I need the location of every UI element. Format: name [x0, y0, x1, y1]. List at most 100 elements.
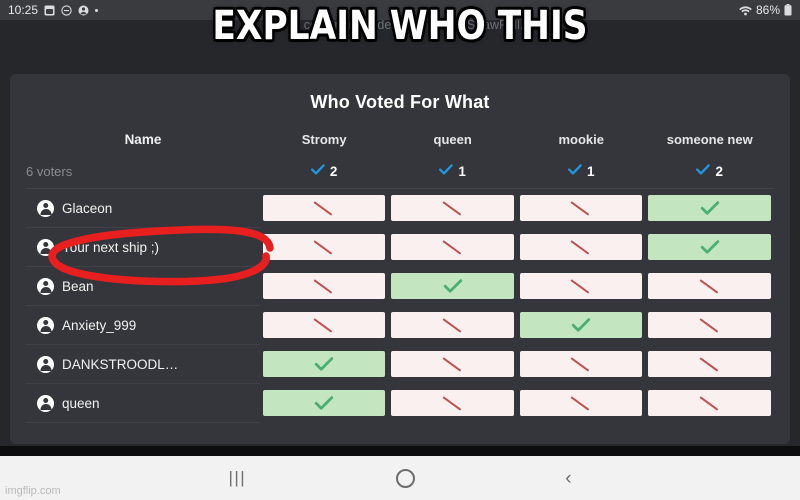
- vote-cell-no: [260, 267, 389, 306]
- poll-title: Who Voted For What: [310, 92, 490, 112]
- table-row: queen: [26, 383, 774, 423]
- battery-percent-label: 86%: [755, 3, 780, 17]
- slash-icon: [519, 234, 643, 260]
- vote-cell-no: [388, 228, 517, 267]
- slash-icon: [519, 195, 643, 222]
- check-icon: [310, 164, 325, 179]
- status-clock: 10:25: [8, 3, 39, 17]
- table-row: Glaceon: [26, 188, 774, 228]
- slash-icon: [262, 234, 386, 260]
- voter-name-label: DANKSTROODL…: [62, 356, 179, 372]
- slash-icon: [648, 312, 771, 338]
- tally-3: 2: [645, 164, 774, 179]
- vote-cell-no: [517, 267, 646, 306]
- vote-cell-no: [388, 306, 517, 345]
- tally-count-1: 1: [458, 164, 466, 179]
- recents-icon[interactable]: |||: [228, 468, 246, 488]
- back-icon[interactable]: ‹: [565, 469, 571, 488]
- vote-cell-no: [260, 306, 389, 345]
- account-icon: [37, 199, 54, 217]
- vote-cell-yes: [260, 384, 389, 423]
- vote-cell-no: [645, 267, 774, 306]
- nav-divider: [0, 446, 800, 456]
- column-header-option-2: mookie: [558, 132, 604, 147]
- voters-count-label: 6 voters: [26, 159, 260, 189]
- sim-card-icon: [44, 5, 55, 16]
- column-header-option-3: someone new: [666, 132, 753, 147]
- table-row: Anxiety_999: [26, 305, 774, 345]
- vote-cell-no: [645, 345, 774, 384]
- table-body: 6 voters 2 1 1 2 Glaceon Your next ship …: [26, 159, 774, 423]
- slash-icon: [519, 273, 643, 299]
- status-bar: 10:25 86%: [0, 0, 800, 20]
- vote-cell-yes: [388, 267, 517, 306]
- check-icon: [262, 351, 386, 377]
- voter-identity: Anxiety_999: [27, 316, 259, 334]
- vote-cell-yes: [645, 189, 774, 228]
- vote-cell-yes: [645, 228, 774, 267]
- account-icon: [37, 394, 54, 412]
- tally-count-3: 2: [715, 164, 723, 179]
- check-icon: [439, 164, 454, 179]
- voter-name-cell: queen: [26, 383, 260, 423]
- slash-icon: [391, 390, 514, 416]
- vote-cell-no: [388, 384, 517, 423]
- voter-identity: queen: [27, 394, 259, 412]
- voter-name-label: queen: [62, 395, 100, 411]
- poll-results-table: Name Stromy queen mookie someone new 6 v…: [26, 131, 774, 423]
- back-glyph: ‹: [565, 467, 572, 489]
- vote-cell-no: [517, 384, 646, 423]
- vote-cell-no: [388, 345, 517, 384]
- tally-cell-1: 1: [388, 159, 517, 189]
- vote-cell-no: [260, 189, 389, 228]
- status-bar-right: 86%: [739, 3, 792, 17]
- vote-cell-yes: [517, 306, 646, 345]
- account-icon: [37, 277, 54, 295]
- vote-cell-yes: [260, 345, 389, 384]
- android-navigation-bar: ||| ‹ imgflip.com: [0, 456, 800, 500]
- voter-identity: Your next ship ;): [27, 238, 259, 256]
- check-icon: [519, 312, 643, 338]
- vote-cell-no: [645, 306, 774, 345]
- account-icon: [37, 238, 54, 256]
- slash-icon: [391, 234, 514, 260]
- column-header-option-0: Stromy: [301, 132, 347, 147]
- recents-glyph: |||: [228, 468, 247, 487]
- vote-cell-no: [645, 384, 774, 423]
- battery-icon: [784, 4, 792, 16]
- slash-icon: [519, 390, 643, 416]
- voter-identity: Glaceon: [27, 199, 259, 217]
- voter-name-cell: Bean: [26, 266, 260, 306]
- vote-cell-no: [517, 345, 646, 384]
- voter-name-cell: Your next ship ;): [26, 227, 260, 267]
- slash-icon: [648, 390, 771, 416]
- check-icon: [648, 195, 771, 222]
- slash-icon: [391, 195, 514, 222]
- voter-name-cell: Glaceon: [26, 188, 260, 228]
- vote-cell-no: [517, 189, 646, 228]
- do-not-disturb-icon: [61, 4, 72, 16]
- tally-cell-0: 2: [259, 159, 389, 189]
- slash-icon: [391, 351, 514, 377]
- column-header-name: Name: [124, 132, 162, 147]
- table-header: Name Stromy queen mookie someone new: [26, 131, 774, 159]
- voter-name-cell: Anxiety_999: [26, 305, 260, 345]
- slash-icon: [519, 351, 643, 377]
- voter-name-cell: DANKSTROODL…: [26, 344, 260, 384]
- home-icon[interactable]: [396, 468, 416, 488]
- slash-icon: [391, 312, 514, 338]
- tally-0: 2: [260, 164, 389, 179]
- dot-icon: [95, 8, 99, 12]
- account-icon: [37, 355, 54, 373]
- voter-identity: Bean: [27, 277, 259, 295]
- voter-name-label: Glaceon: [62, 200, 113, 216]
- table-row: DANKSTROODL…: [26, 344, 774, 384]
- header-row: Name Stromy queen mookie someone new: [26, 131, 774, 159]
- account-icon: [37, 316, 54, 334]
- tally-2: 1: [517, 164, 646, 179]
- check-icon: [567, 164, 582, 179]
- tally-cell-3: 2: [645, 159, 774, 189]
- check-icon: [262, 390, 386, 416]
- status-bar-left: 10:25: [8, 3, 99, 17]
- voter-name-label: Bean: [62, 278, 94, 294]
